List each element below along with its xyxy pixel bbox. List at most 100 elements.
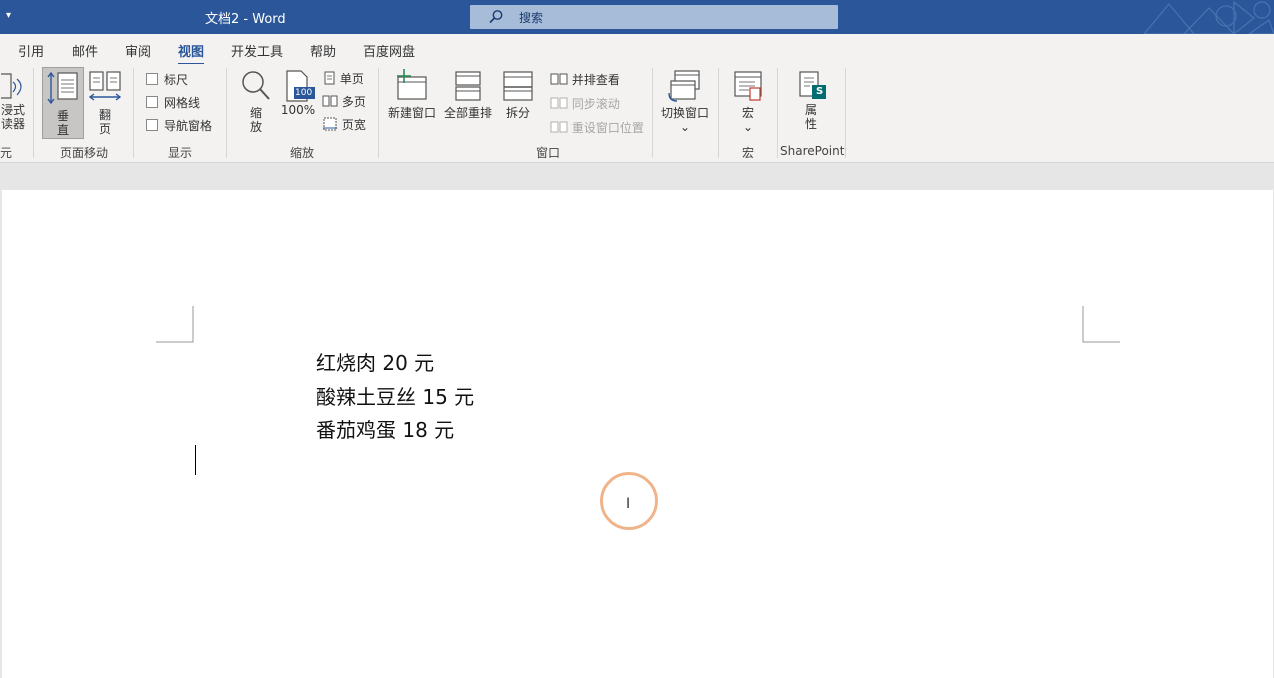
document-line[interactable]: 酸辣土豆丝 15 元 bbox=[316, 381, 474, 410]
properties-button[interactable]: S 属 性 bbox=[793, 69, 829, 131]
group-label-sharepoint: SharePoint bbox=[780, 144, 845, 158]
document-page[interactable]: 红烧肉 20 元 酸辣土豆丝 15 元 番茄鸡蛋 18 元 bbox=[2, 190, 1273, 678]
group-label-macros: 宏 bbox=[742, 146, 755, 160]
text-caret bbox=[195, 445, 196, 475]
zoom-button[interactable]: 缩 放 bbox=[238, 69, 274, 134]
separator bbox=[845, 68, 846, 158]
split-label: 拆分 bbox=[505, 106, 530, 120]
separator bbox=[652, 68, 653, 158]
separator bbox=[133, 68, 134, 158]
flip-page-label-1: 翻 bbox=[98, 108, 111, 122]
page-width-icon bbox=[323, 117, 337, 131]
one-page-button[interactable]: 单页 bbox=[322, 70, 364, 87]
zoom-100-button[interactable]: 100 100% bbox=[280, 69, 316, 117]
separator bbox=[226, 68, 227, 158]
document-line[interactable]: 番茄鸡蛋 18 元 bbox=[316, 414, 454, 443]
page-100-icon: 100 bbox=[281, 69, 315, 103]
arrange-all-icon bbox=[455, 71, 481, 101]
sync-scroll-icon bbox=[550, 97, 568, 109]
arrange-all-button[interactable]: 全部重排 bbox=[442, 69, 494, 120]
gridlines-label: 网格线 bbox=[164, 96, 201, 110]
vertical-label-2: 直 bbox=[56, 123, 69, 137]
search-placeholder: 搜索 bbox=[519, 11, 544, 25]
new-window-icon bbox=[397, 69, 427, 100]
one-page-icon bbox=[324, 71, 335, 85]
separator bbox=[718, 68, 719, 158]
new-window-label: 新建窗口 bbox=[387, 106, 436, 120]
tab-help[interactable]: 帮助 bbox=[310, 41, 336, 60]
side-to-side-icon bbox=[88, 71, 122, 101]
sharepoint-icon-letter: S bbox=[816, 86, 824, 97]
ruler-label: 标尺 bbox=[164, 73, 189, 87]
separator bbox=[33, 68, 34, 158]
hundred-icon-text: 100 bbox=[295, 88, 313, 98]
tab-baidu-netdisk[interactable]: 百度网盘 bbox=[363, 41, 415, 60]
ribbon-tabs: 引用 邮件 审阅 视图 开发工具 帮助 百度网盘 bbox=[0, 34, 1274, 66]
vertical-scroll-icon bbox=[47, 71, 78, 105]
checkbox-box bbox=[146, 73, 158, 85]
flip-page-button[interactable]: 翻 页 bbox=[86, 69, 124, 136]
sync-scroll-label: 同步滚动 bbox=[571, 97, 620, 111]
separator bbox=[777, 68, 778, 158]
immersive-reader-button[interactable]: 浸式 读器 bbox=[0, 70, 26, 131]
window-title: 文档2 - Word bbox=[205, 12, 286, 27]
side-by-side-button[interactable]: 并排查看 bbox=[550, 71, 620, 88]
reset-position-icon bbox=[550, 121, 568, 133]
side-by-side-icon bbox=[550, 73, 568, 85]
ribbon: 浸式 读器 元 垂 直 翻 页 页面移动 标尺 网格线 导航窗格 显示 缩 放 … bbox=[0, 64, 1274, 163]
tab-review[interactable]: 审阅 bbox=[125, 41, 151, 60]
side-by-side-label: 并排查看 bbox=[571, 73, 620, 87]
new-window-button[interactable]: 新建窗口 bbox=[386, 69, 438, 120]
vertical-label-1: 垂 bbox=[56, 109, 69, 123]
immersive-reader-label-1: 浸式 bbox=[0, 103, 25, 117]
split-button[interactable]: 拆分 bbox=[499, 69, 537, 120]
macros-dropdown-arrow: ⌄ bbox=[742, 120, 754, 134]
zoom-label-2: 放 bbox=[249, 120, 262, 134]
multi-page-icon bbox=[322, 95, 338, 107]
group-label-window: 窗口 bbox=[536, 146, 561, 160]
nav-pane-checkbox[interactable]: 导航窗格 bbox=[146, 117, 212, 134]
zoom-label-1: 缩 bbox=[249, 106, 262, 120]
group-label-partial: 元 bbox=[0, 146, 13, 160]
tab-mailings[interactable]: 邮件 bbox=[72, 41, 98, 60]
macros-button[interactable]: 宏 ⌄ bbox=[730, 69, 766, 134]
checkbox-box bbox=[146, 119, 158, 131]
switch-window-dropdown-arrow: ⌄ bbox=[679, 120, 691, 134]
quick-access-dropdown[interactable]: ▾ bbox=[6, 10, 11, 21]
reset-window-position-label: 重设窗口位置 bbox=[571, 121, 644, 135]
zoom-100-label: 100% bbox=[280, 103, 316, 117]
nav-pane-label: 导航窗格 bbox=[164, 119, 213, 133]
group-label-show: 显示 bbox=[168, 146, 193, 160]
tab-references[interactable]: 引用 bbox=[18, 41, 44, 60]
one-page-label: 单页 bbox=[339, 72, 364, 86]
immersive-reader-icon bbox=[1, 73, 22, 99]
group-label-zoom: 缩放 bbox=[290, 146, 315, 160]
arrange-all-label: 全部重排 bbox=[443, 106, 492, 120]
properties-label-2: 性 bbox=[804, 117, 817, 131]
macros-label: 宏 bbox=[741, 106, 754, 120]
ruler-checkbox[interactable]: 标尺 bbox=[146, 71, 188, 88]
immersive-reader-label-2: 读器 bbox=[0, 117, 25, 131]
gridlines-checkbox[interactable]: 网格线 bbox=[146, 94, 200, 111]
switch-window-label: 切换窗口 bbox=[660, 106, 709, 120]
multi-page-button[interactable]: 多页 bbox=[322, 93, 366, 110]
margin-corner-top-left bbox=[156, 306, 194, 343]
multi-page-label: 多页 bbox=[341, 95, 366, 109]
tab-developer[interactable]: 开发工具 bbox=[231, 41, 283, 60]
tab-view[interactable]: 视图 bbox=[178, 41, 205, 66]
sync-scroll-button[interactable]: 同步滚动 bbox=[550, 95, 620, 112]
sharepoint-properties-icon: S bbox=[794, 69, 828, 103]
document-line[interactable]: 红烧肉 20 元 bbox=[316, 347, 434, 376]
split-icon bbox=[503, 71, 533, 101]
search-icon bbox=[489, 10, 503, 24]
margin-corner-top-right bbox=[1082, 306, 1120, 343]
switch-window-button[interactable]: 切换窗口 ⌄ bbox=[658, 69, 712, 134]
title-decoration bbox=[1143, 0, 1274, 34]
title-bar: ▾ 文档2 - Word 搜索 bbox=[0, 0, 1274, 34]
reset-window-position-button[interactable]: 重设窗口位置 bbox=[550, 119, 644, 136]
search-box[interactable]: 搜索 bbox=[470, 5, 838, 29]
vertical-button[interactable]: 垂 直 bbox=[42, 67, 84, 139]
separator bbox=[378, 68, 379, 158]
switch-window-icon bbox=[668, 70, 700, 102]
page-width-button[interactable]: 页宽 bbox=[322, 116, 366, 133]
